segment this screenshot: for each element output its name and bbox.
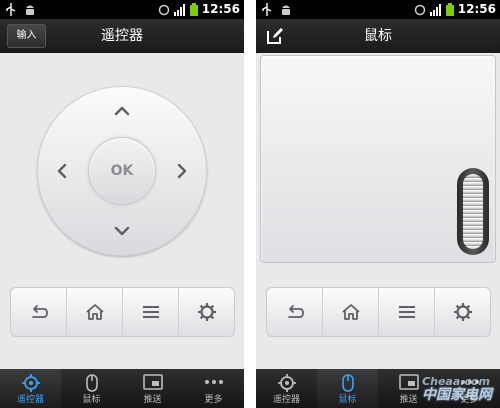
back-icon (31, 305, 48, 318)
cast-icon (142, 374, 163, 390)
dpad: OK (37, 86, 207, 256)
tab-bar: 遥控器 鼠标 推送 更多 (0, 369, 244, 408)
menu-button[interactable] (123, 288, 179, 336)
menu-icon (142, 306, 159, 318)
settings-button[interactable] (179, 288, 234, 336)
sync-icon (158, 4, 170, 15)
status-bar: 12:56 (0, 0, 244, 19)
title-bar: 鼠标 (256, 19, 500, 53)
battery-icon (189, 3, 198, 16)
title-bar: 输入 遥控器 (0, 19, 244, 53)
cast-icon (398, 374, 419, 390)
tab-label: 推送 (143, 395, 162, 405)
up-arrow-icon[interactable] (112, 101, 132, 121)
crosshair-icon (21, 374, 40, 392)
tab-more[interactable]: 更多 (183, 369, 244, 408)
home-icon (341, 304, 360, 320)
clock: 12:56 (457, 2, 496, 16)
remote-screen: 12:56 输入 遥控器 OK 遥控器 鼠标 推送 更多 (0, 0, 244, 408)
tab-remote[interactable]: 遥控器 (0, 369, 61, 408)
touchpad[interactable] (260, 55, 496, 263)
back-icon (287, 305, 304, 318)
usb-icon (6, 3, 16, 16)
signal-icon (429, 3, 441, 16)
tab-label: 更多 (204, 395, 223, 405)
crosshair-icon (277, 374, 296, 392)
tab-mouse[interactable]: 鼠标 (61, 369, 122, 408)
tab-mouse[interactable]: 鼠标 (317, 369, 378, 408)
ok-button[interactable]: OK (88, 137, 156, 205)
tab-label: 鼠标 (82, 395, 101, 405)
mouse-icon (341, 374, 354, 392)
home-button[interactable] (67, 288, 123, 336)
scroll-wheel[interactable] (457, 168, 489, 255)
page-title: 鼠标 (364, 28, 392, 44)
mouse-toolbar (266, 287, 491, 337)
tab-remote[interactable]: 遥控器 (256, 369, 317, 408)
right-arrow-icon[interactable] (172, 161, 192, 181)
tab-label: 遥控器 (16, 395, 44, 405)
menu-icon (398, 306, 415, 318)
android-icon (282, 5, 290, 15)
mouse-icon (85, 374, 98, 392)
battery-icon (445, 3, 454, 16)
more-dots-icon (204, 380, 223, 384)
mouse-screen: 12:56 鼠标 遥控器 鼠标 推送 更多 Cheaa.com 中国家电网 (256, 0, 500, 408)
android-icon (26, 5, 34, 15)
page-title: 遥控器 (101, 28, 143, 44)
back-button[interactable] (11, 288, 67, 336)
watermark-text: 中国家电网 (422, 387, 492, 403)
left-arrow-icon[interactable] (52, 161, 72, 181)
signal-icon (173, 3, 185, 16)
settings-button[interactable] (435, 288, 490, 336)
clock: 12:56 (201, 2, 240, 16)
tab-label: 鼠标 (338, 395, 357, 405)
home-icon (85, 304, 104, 320)
scroll-wheel-grip (463, 174, 483, 249)
back-button[interactable] (267, 288, 323, 336)
sync-icon (414, 4, 426, 15)
tab-cast[interactable]: 推送 (122, 369, 183, 408)
remote-toolbar (10, 287, 235, 337)
gear-icon (453, 303, 472, 321)
home-button[interactable] (323, 288, 379, 336)
tab-label: 遥控器 (272, 395, 300, 405)
menu-button[interactable] (379, 288, 435, 336)
down-arrow-icon[interactable] (112, 221, 132, 241)
gear-icon (197, 303, 216, 321)
usb-icon (262, 3, 272, 16)
status-bar: 12:56 (256, 0, 500, 19)
